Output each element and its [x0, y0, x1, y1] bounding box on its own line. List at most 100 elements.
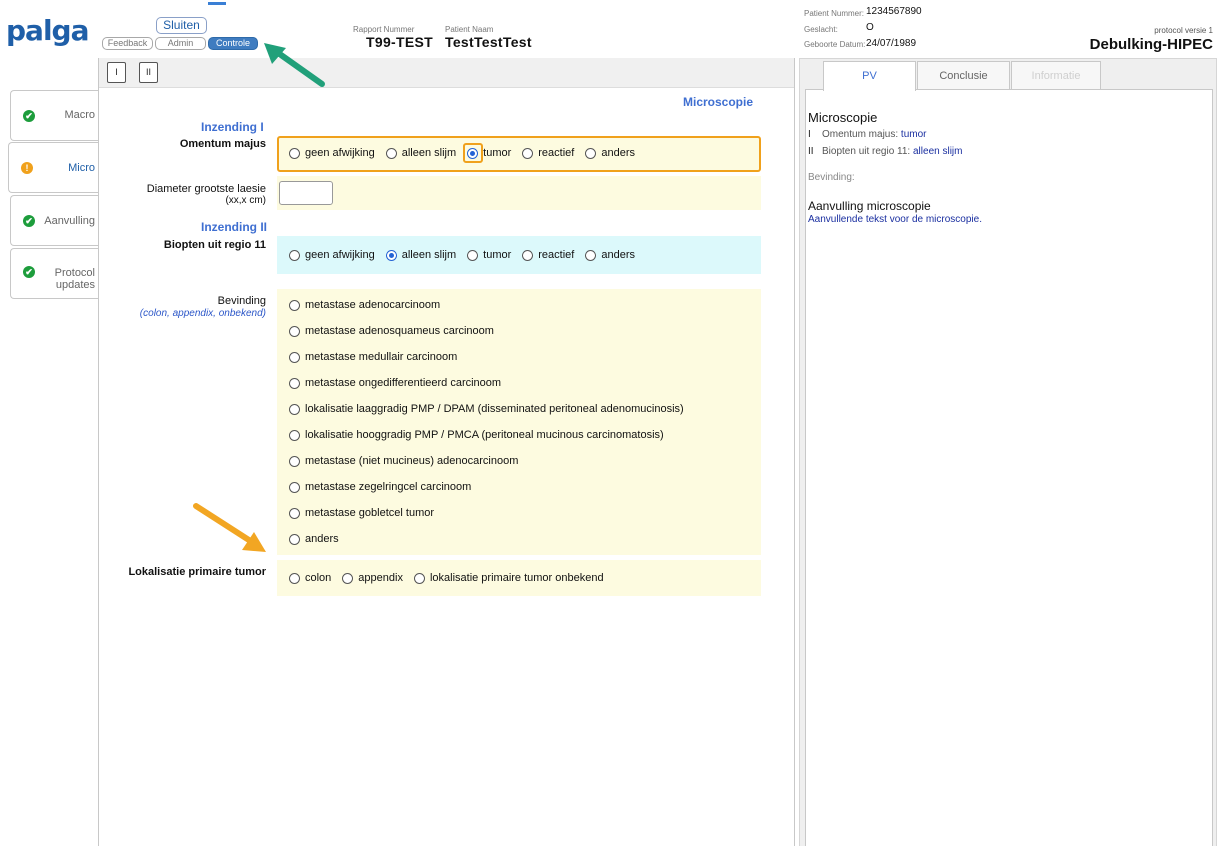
radio-icon[interactable] — [289, 507, 300, 519]
lokalisatie-radio-group: colon appendix lokalisatie primaire tumo… — [289, 572, 615, 584]
radio-icon[interactable] — [522, 147, 534, 159]
patient-nummer: 1234567890 — [866, 6, 922, 17]
protocol-naam: Debulking-HIPEC — [1089, 36, 1213, 53]
green-arrow-icon — [264, 43, 325, 87]
check-icon: ✔ — [23, 215, 35, 227]
rapport-nummer-label: Rapport Nummer — [353, 25, 415, 34]
nav-item-protocol-updates[interactable]: ✔ Protocol updates — [10, 248, 99, 299]
biopten-option[interactable]: anders — [585, 249, 635, 261]
summary-panel: PV Conclusie Informatie Microscopie I Ome… — [799, 58, 1217, 846]
radio-icon[interactable] — [289, 325, 300, 337]
toolbar: I II — [99, 58, 794, 88]
logo-accent-bar — [208, 2, 226, 5]
bevinding-option[interactable]: anders — [289, 533, 339, 545]
radio-icon[interactable] — [467, 249, 479, 261]
radio-icon[interactable] — [385, 147, 397, 159]
radio-icon[interactable] — [289, 249, 300, 261]
patient-naam-label: Patient Naam — [445, 25, 494, 34]
biopten-radio-group: geen afwijking alleen slijm tumor reacti… — [289, 249, 646, 261]
radio-icon[interactable] — [289, 299, 300, 311]
inzending-1-title: Inzending I — [201, 120, 264, 134]
omentum-label: Omentum majus — [179, 138, 266, 150]
bevinding-option[interactable]: metastase gobletcel tumor — [289, 507, 434, 519]
patient-naam: TestTestTest — [445, 34, 532, 50]
radio-icon[interactable] — [413, 572, 425, 584]
summary-bevinding-label: Bevinding: — [808, 172, 855, 183]
radio-checked-icon[interactable] — [467, 147, 479, 159]
nav-item-micro[interactable]: ! Micro — [8, 142, 99, 193]
bevinding-option[interactable]: metastase medullair carcinoom — [289, 351, 457, 363]
radio-icon[interactable] — [585, 249, 597, 261]
bevinding-sublabel: (colon, appendix, onbekend) — [139, 308, 266, 319]
main-form-panel: I II Microscopie Inzending I Omentum maj… — [98, 58, 795, 846]
omentum-option[interactable]: reactief — [522, 147, 574, 159]
geslacht-label: Geslacht: — [804, 25, 838, 34]
tab-conclusie[interactable]: Conclusie — [917, 61, 1010, 90]
nav-label: Aanvulling — [44, 215, 95, 227]
inzending-1-button[interactable]: I — [107, 62, 126, 83]
geboorte-label: Geboorte Datum: — [804, 40, 866, 49]
radio-icon[interactable] — [289, 572, 300, 584]
radio-icon[interactable] — [585, 147, 597, 159]
summary-microscopie-title: Microscopie — [808, 110, 878, 125]
radio-icon[interactable] — [289, 455, 300, 467]
patient-nummer-label: Patient Nummer: — [804, 9, 865, 18]
controle-button[interactable]: Controle — [208, 37, 258, 50]
omentum-option[interactable]: geen afwijking — [289, 147, 375, 159]
bevinding-option[interactable]: lokalisatie laaggradig PMP / DPAM (disse… — [289, 403, 684, 415]
bevinding-option[interactable]: lokalisatie hooggradig PMP / PMCA (perit… — [289, 429, 664, 441]
radio-icon[interactable] — [289, 147, 300, 159]
diameter-label: Diameter grootste laesie — [146, 183, 266, 195]
lokalisatie-option[interactable]: lokalisatie primaire tumor onbekend — [413, 572, 604, 584]
summary-aanvulling-title: Aanvulling microscopie — [808, 199, 931, 213]
radio-icon[interactable] — [289, 533, 300, 545]
nav-item-aanvulling[interactable]: ✔ Aanvulling — [10, 195, 99, 246]
radio-icon[interactable] — [289, 429, 300, 441]
tab-pv[interactable]: PV — [823, 61, 916, 91]
tab-informatie: Informatie — [1011, 61, 1101, 90]
summary-line-omentum: I Omentum majus: tumor — [808, 129, 927, 140]
warning-icon: ! — [21, 162, 33, 174]
admin-button[interactable]: Admin — [155, 37, 206, 50]
geslacht: O — [866, 22, 874, 33]
rapport-nummer: T99-TEST — [366, 34, 433, 50]
logo-text: palga — [6, 14, 89, 47]
omentum-option[interactable]: alleen slijm — [385, 147, 456, 159]
summary-line-biopten: II Biopten uit regio 11: alleen slijm — [808, 146, 963, 157]
geboorte-datum: 24/07/1989 — [866, 38, 917, 49]
radio-icon[interactable] — [289, 403, 300, 415]
lokalisatie-label: Lokalisatie primaire tumor — [128, 566, 266, 578]
radio-checked-icon[interactable] — [385, 249, 397, 261]
bevinding-option[interactable]: metastase (niet mucineus) adenocarcinoom — [289, 455, 518, 467]
radio-icon[interactable] — [342, 572, 354, 584]
inzending-2-button[interactable]: II — [139, 62, 158, 83]
omentum-option[interactable]: anders — [585, 147, 635, 159]
nav-label: Macro — [64, 109, 95, 121]
nav-label: Protocol updates — [54, 267, 95, 291]
sluiten-button[interactable]: Sluiten — [156, 17, 207, 34]
radio-icon[interactable] — [289, 351, 300, 363]
bevinding-label: Bevinding — [217, 295, 266, 307]
nav-label: Micro — [68, 162, 95, 174]
diameter-input[interactable] — [279, 181, 333, 205]
omentum-radio-group: geen afwijking alleen slijm tumor reacti… — [289, 143, 646, 163]
lokalisatie-option[interactable]: appendix — [342, 572, 403, 584]
lokalisatie-option[interactable]: colon — [289, 572, 331, 584]
diameter-unit: (xx,x cm) — [225, 195, 266, 206]
protocol-versie: protocol versie 1 — [1154, 26, 1213, 35]
biopten-option-selected[interactable]: alleen slijm — [385, 249, 456, 261]
biopten-option[interactable]: tumor — [467, 249, 511, 261]
bevinding-option[interactable]: metastase ongedifferentieerd carcinoom — [289, 377, 501, 389]
radio-icon[interactable] — [289, 481, 300, 493]
inzending-2-title: Inzending II — [201, 220, 267, 234]
bevinding-option[interactable]: metastase adenocarcinoom — [289, 299, 440, 311]
biopten-option[interactable]: reactief — [522, 249, 574, 261]
radio-icon[interactable] — [522, 249, 534, 261]
bevinding-option[interactable]: metastase zegelringcel carcinoom — [289, 481, 471, 493]
radio-icon[interactable] — [289, 377, 300, 389]
biopten-option[interactable]: geen afwijking — [289, 249, 375, 261]
omentum-option-selected[interactable]: tumor — [463, 143, 511, 163]
feedback-button[interactable]: Feedback — [102, 37, 153, 50]
bevinding-option[interactable]: metastase adenosquameus carcinoom — [289, 325, 494, 337]
nav-item-macro[interactable]: ✔ Macro — [10, 90, 99, 141]
